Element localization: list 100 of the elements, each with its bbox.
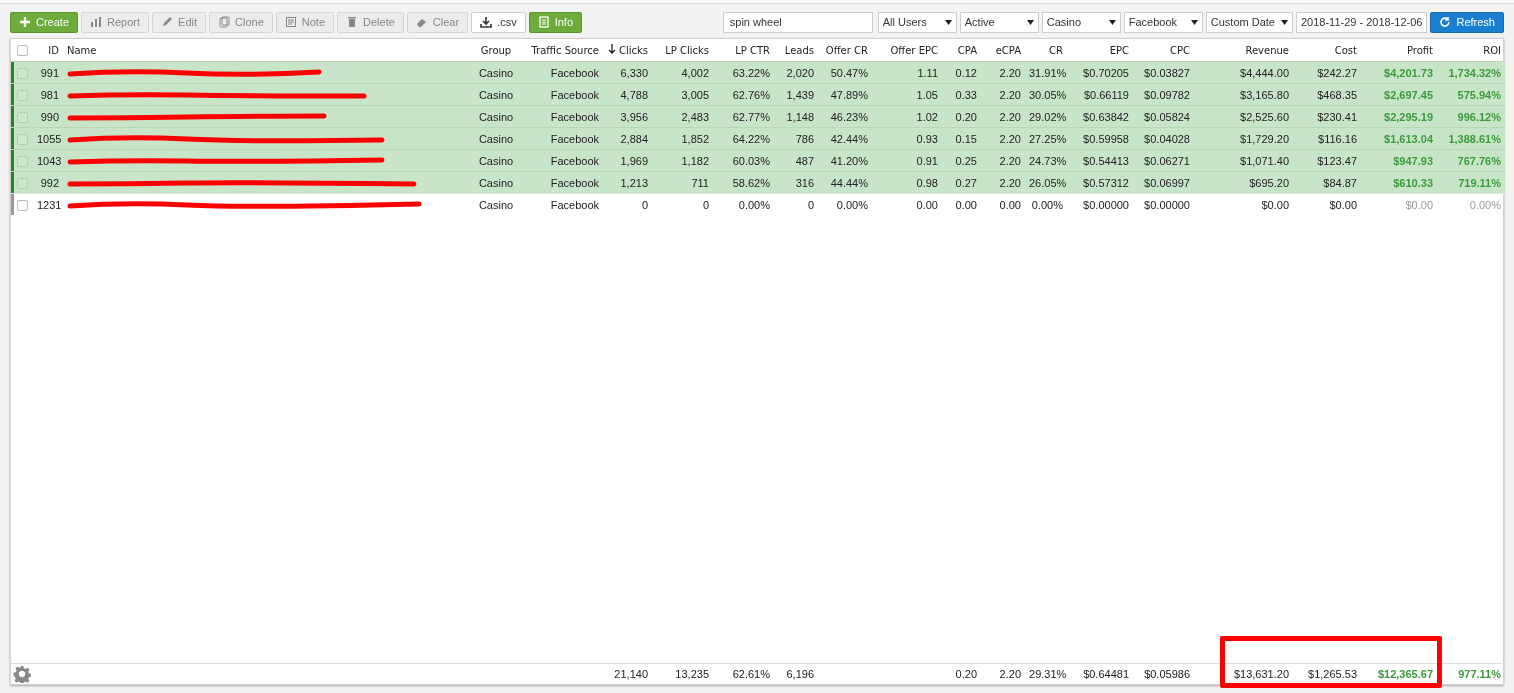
table-cell: 1231 <box>37 198 62 211</box>
refresh-button[interactable]: Refresh <box>1430 11 1504 33</box>
table-cell: 2.20 <box>999 154 1021 167</box>
table-cell: 0.27 <box>955 176 977 189</box>
column-header[interactable]: Offer CR <box>825 44 868 56</box>
table-cell: Facebook <box>550 66 599 79</box>
column-header[interactable]: CPC <box>1170 44 1190 56</box>
total-cell: $1,265.53 <box>1308 668 1357 680</box>
table-cell: $4,201.73 <box>1384 66 1433 79</box>
table-cell: 0.91 <box>916 154 938 167</box>
table-row[interactable]: 1055 Casino Facebook 2,884 1,852 64.22% 786 42.44% 0.93 0.15 2.20 27.25% $0.59958 $0.04028 $1,729.20 $116.16 $1,613.04 1,388.61% <box>11 127 1505 150</box>
column-header[interactable]: EPC <box>1109 44 1129 56</box>
column-header[interactable]: Traffic Source <box>531 44 599 56</box>
table-cell: 2.20 <box>999 88 1021 101</box>
column-header[interactable]: ID <box>48 44 59 56</box>
table-cell: 1055 <box>37 132 62 145</box>
column-header[interactable]: Group <box>480 44 512 56</box>
filter-dropdown[interactable]: Facebook <box>1123 11 1203 33</box>
table-row[interactable]: 1043 Casino Facebook 1,969 1,182 60.03% 487 41.20% 0.91 0.25 2.20 24.73% $0.54413 $0.06271 $1,071.40 $123.47 $947.93 767.76% <box>11 149 1505 172</box>
filter-dropdown[interactable]: Active <box>959 11 1039 33</box>
table-cell: 29.02% <box>1029 110 1067 123</box>
column-header[interactable]: ROI <box>1483 44 1501 56</box>
table-cell: 44.44% <box>830 176 868 189</box>
table-cell: Casino <box>478 154 514 167</box>
toolbar-button[interactable]: .csv <box>471 11 526 33</box>
table-cell: 1.02 <box>916 110 938 123</box>
table-cell: 2.20 <box>999 66 1021 79</box>
table-cell: $4,444.00 <box>1240 66 1289 79</box>
table-cell: 4,002 <box>681 66 709 79</box>
filter-dropdown[interactable]: All Users <box>877 11 957 33</box>
table-cell: 26.05% <box>1029 176 1067 189</box>
table-cell: 3,005 <box>681 88 709 101</box>
table-cell: Casino <box>478 110 514 123</box>
table-cell: $0.09782 <box>1144 88 1190 101</box>
table-cell: $1,613.04 <box>1384 132 1433 145</box>
filter-dropdown[interactable]: Casino <box>1041 11 1121 33</box>
table-row[interactable]: 992 Casino Facebook 1,213 711 58.62% 316 44.44% 0.98 0.27 2.20 26.05% $0.57312 $0.06997 $695.20 $84.87 $610.33 719.11% <box>11 171 1505 194</box>
table-cell: 1.11 <box>917 66 938 79</box>
table-row[interactable]: 981 Casino Facebook 4,788 3,005 62.76% 1,439 47.89% 1.05 0.33 2.20 30.05% $0.66119 $0.09782 $3,165.80 $468.35 $2,697.45 575.94% <box>11 83 1505 106</box>
table-cell: $0.06271 <box>1144 154 1190 167</box>
column-header[interactable]: Name <box>67 44 97 56</box>
table-cell: 31.91% <box>1029 66 1067 79</box>
table-cell: 2.20 <box>999 110 1021 123</box>
table-cell: $947.93 <box>1393 154 1433 167</box>
table-cell: $468.35 <box>1317 88 1357 101</box>
table-cell: Facebook <box>550 88 599 101</box>
table-cell: $0.00 <box>1405 198 1433 211</box>
column-header[interactable]: Profit <box>1406 44 1433 56</box>
table-cell: 0.15 <box>955 132 977 145</box>
column-header[interactable]: LP CTR <box>735 44 770 56</box>
table-cell: 58.62% <box>732 176 770 189</box>
table-cell: $242.27 <box>1317 66 1357 79</box>
table-row[interactable]: 1231 Casino Facebook 0 0 0.00% 0 0.00% 0.00 0.00 0.00 0.00% $0.00000 $0.00000 $0.00 $0.00 $0.00 0.00% <box>11 193 1505 215</box>
table-cell: 0.00% <box>738 198 770 211</box>
table-cell: $0.00 <box>1261 198 1289 211</box>
column-header[interactable]: LP Clicks <box>665 44 709 56</box>
column-header[interactable]: Cost <box>1334 44 1357 56</box>
table-cell: 0.00 <box>916 198 938 211</box>
table-cell: $0.66119 <box>1083 88 1129 101</box>
table-cell: Casino <box>478 176 514 189</box>
column-header[interactable]: CPA <box>957 44 977 56</box>
table-cell: 42.44% <box>830 132 868 145</box>
filter-dropdown[interactable]: Custom Date <box>1205 11 1293 33</box>
total-cell: 21,140 <box>614 668 648 680</box>
table-row[interactable]: 991 Casino Facebook 6,330 4,002 63.22% 2,020 50.47% 1.11 0.12 2.20 31.91% $0.70205 $0.03827 $4,444.00 $242.27 $4,201.73 1,734.32% <box>11 61 1505 84</box>
column-header[interactable]: Revenue <box>1245 44 1289 56</box>
table-cell: 2.20 <box>999 132 1021 145</box>
table-cell: 0.00% <box>1469 198 1501 211</box>
table-cell: 1,388.61% <box>1448 132 1501 145</box>
table-cell: 0.93 <box>916 132 938 145</box>
column-header[interactable]: Leads <box>784 44 814 56</box>
table-cell: $230.41 <box>1317 110 1357 123</box>
column-header[interactable]: CR <box>1049 44 1063 56</box>
table-cell: 0.00 <box>999 198 1021 211</box>
column-header[interactable]: Clicks <box>618 45 648 56</box>
table-cell: 1,439 <box>786 88 814 101</box>
table-cell: 1,734.32% <box>1448 66 1501 79</box>
table-cell: $0.03827 <box>1144 66 1190 79</box>
table-cell: $610.33 <box>1393 176 1433 189</box>
table-cell: Casino <box>478 198 514 211</box>
search-field[interactable]: spin wheel <box>722 11 873 33</box>
table-cell: Casino <box>478 88 514 101</box>
table-row[interactable]: 990 Casino Facebook 3,956 2,483 62.77% 1,148 46.23% 1.02 0.20 2.20 29.02% $0.63842 $0.05824 $2,525.60 $230.41 $2,295.19 996.12% <box>11 105 1505 128</box>
total-cell: $0.05986 <box>1144 668 1190 680</box>
table-cell: 0.20 <box>955 110 977 123</box>
column-header[interactable]: Offer EPC <box>890 44 938 56</box>
date-range-field[interactable]: 2018-11-29 - 2018-12-06 <box>1295 11 1428 33</box>
table-cell: Facebook <box>550 176 599 189</box>
table-cell: 487 <box>795 154 814 167</box>
table-cell: $0.00000 <box>1083 198 1129 211</box>
table-cell: 0 <box>641 198 648 211</box>
table-cell: 2.20 <box>999 176 1021 189</box>
total-cell: 62.61% <box>732 668 770 680</box>
table-cell: $695.20 <box>1249 176 1289 189</box>
table-cell: 1,213 <box>620 176 648 189</box>
table-cell: 2,483 <box>681 110 709 123</box>
table-cell: 575.94% <box>1457 88 1501 101</box>
table-cell: 3,956 <box>620 110 648 123</box>
table-cell: $0.05824 <box>1144 110 1190 123</box>
column-header[interactable]: eCPA <box>995 44 1021 56</box>
